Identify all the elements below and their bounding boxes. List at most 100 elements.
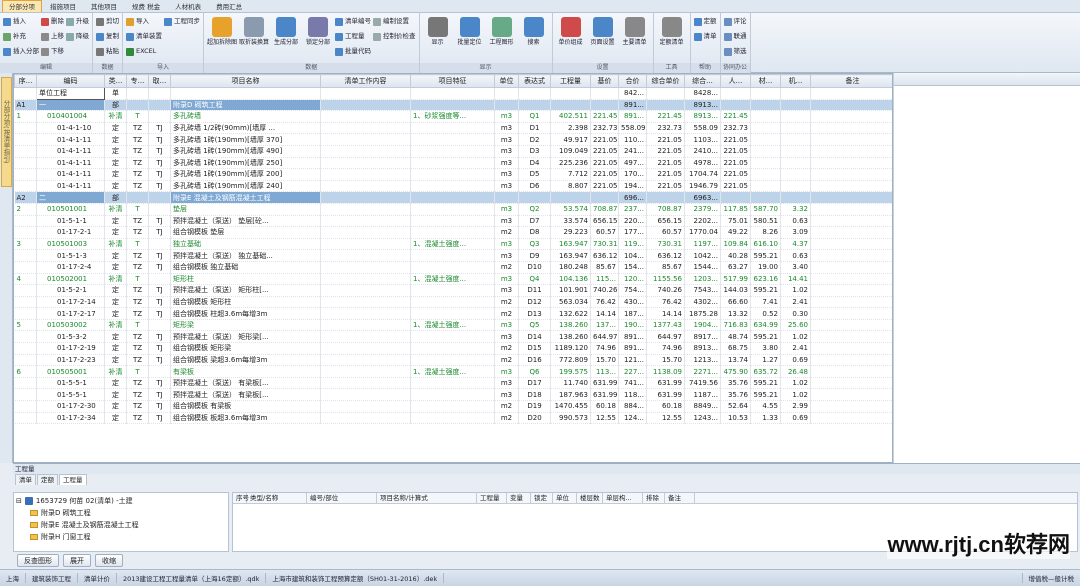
table-cell[interactable]: 26.48 <box>780 365 811 378</box>
table-row[interactable]: 01-17-2-14 定 TZ TJ 组合钢模板 矩形柱 m2 D12 563.034 76.4… <box>14 296 892 309</box>
table-cell[interactable]: m3 <box>494 273 519 286</box>
column-header[interactable]: 表达式 <box>518 74 551 88</box>
table-cell[interactable]: m3 <box>494 133 519 146</box>
ribbon-button[interactable]: 降级 <box>66 30 89 43</box>
table-cell[interactable]: 636.12 <box>646 249 685 262</box>
table-cell[interactable]: m3 <box>494 180 519 193</box>
table-row[interactable]: 01-5-1-3 定 TZ TJ 预拌混凝土（泵送） 独立基础... m3 D9 163.94… <box>14 249 892 262</box>
table-cell[interactable]: m2 <box>494 412 519 425</box>
table-cell[interactable]: 1770.04 <box>684 226 721 239</box>
table-cell[interactable] <box>810 400 892 413</box>
table-cell[interactable]: 4978... <box>684 157 721 170</box>
table-cell[interactable]: TJ <box>148 133 171 146</box>
table-cell[interactable]: m2 <box>494 354 519 367</box>
table-cell[interactable]: TZ <box>126 342 149 355</box>
column-header[interactable]: 基价 <box>590 74 619 88</box>
table-cell[interactable]: m3 <box>494 388 519 402</box>
table-cell[interactable]: 631.99 <box>590 388 619 402</box>
table-cell[interactable]: 190... <box>618 319 647 332</box>
table-cell[interactable]: 636.12 <box>590 249 619 262</box>
table-cell[interactable] <box>750 180 781 193</box>
table-cell[interactable]: 5 <box>14 319 37 332</box>
table-cell[interactable] <box>810 284 892 297</box>
table-cell[interactable]: 76.42 <box>590 296 619 309</box>
quantity-column-header[interactable]: 序号 <box>233 493 249 503</box>
table-cell[interactable]: 14.14 <box>646 307 685 320</box>
table-cell[interactable] <box>148 87 171 100</box>
table-cell[interactable]: D4 <box>518 157 551 170</box>
table-cell[interactable]: 01-17-2-4 <box>36 261 105 274</box>
table-cell[interactable] <box>810 203 892 216</box>
table-cell[interactable] <box>550 99 591 112</box>
table-cell[interactable]: 221.05 <box>720 180 751 193</box>
table-cell[interactable] <box>750 191 781 204</box>
table-cell[interactable]: Q4 <box>518 273 551 286</box>
table-cell[interactable]: TJ <box>148 284 171 297</box>
table-cell[interactable]: TZ <box>126 330 149 344</box>
table-cell[interactable] <box>410 226 495 239</box>
table-cell[interactable]: 163.947 <box>550 249 591 262</box>
table-cell[interactable]: 01-5-1-1 <box>36 215 105 228</box>
table-cell[interactable]: m3 <box>494 377 519 390</box>
table-cell[interactable]: 1243... <box>684 412 721 425</box>
table-cell[interactable]: TJ <box>148 145 171 158</box>
table-cell[interactable]: 预拌混凝土（泵送） 矩形柱[... <box>170 284 321 297</box>
table-cell[interactable]: 85.67 <box>590 261 619 274</box>
table-cell[interactable]: 组合钢模板 矩形梁 <box>170 342 321 355</box>
table-cell[interactable]: 2.99 <box>780 400 811 413</box>
table-cell[interactable]: 15.70 <box>646 354 685 367</box>
table-cell[interactable]: 634.99 <box>750 319 781 332</box>
table-cell[interactable] <box>810 87 892 100</box>
table-cell[interactable]: D10 <box>518 261 551 274</box>
table-cell[interactable] <box>810 238 892 251</box>
table-cell[interactable]: 预拌混凝土（泵送） 有梁板[... <box>170 388 321 402</box>
table-cell[interactable]: 组合钢模板 垫层 <box>170 226 321 239</box>
table-cell[interactable] <box>320 273 411 286</box>
table-cell[interactable]: 891... <box>618 330 647 344</box>
column-header[interactable]: 序... <box>14 74 37 88</box>
column-header[interactable]: 项目特征 <box>410 74 495 88</box>
table-cell[interactable]: 35.76 <box>720 388 751 402</box>
table-cell[interactable]: m2 <box>494 296 519 309</box>
table-cell[interactable]: TJ <box>148 307 171 320</box>
table-cell[interactable] <box>646 87 685 100</box>
table-cell[interactable]: 221.05 <box>646 180 685 193</box>
table-cell[interactable]: 221.05 <box>590 157 619 170</box>
table-cell[interactable]: 8428... <box>684 87 721 100</box>
table-cell[interactable]: D11 <box>518 284 551 297</box>
table-cell[interactable] <box>720 191 751 204</box>
ribbon-button[interactable]: 筛选 <box>723 45 747 58</box>
table-cell[interactable]: 1875.28 <box>684 307 721 320</box>
table-cell[interactable] <box>126 191 149 204</box>
table-cell[interactable]: 656.15 <box>646 215 685 228</box>
table-cell[interactable]: 891... <box>618 110 647 123</box>
table-cell[interactable]: TZ <box>126 133 149 146</box>
table-cell[interactable] <box>494 191 519 204</box>
table-cell[interactable] <box>148 365 171 378</box>
table-cell[interactable] <box>320 133 411 146</box>
tab-2[interactable]: 其他项目 <box>84 0 124 12</box>
table-cell[interactable]: 预拌混凝土（泵送） 有梁板[... <box>170 377 321 390</box>
table-cell[interactable]: 177... <box>618 226 647 239</box>
table-cell[interactable]: 垫层 <box>170 203 321 216</box>
table-cell[interactable]: 163.947 <box>550 238 591 251</box>
ribbon-button[interactable]: 控制价检查 <box>373 30 416 43</box>
table-cell[interactable]: TZ <box>126 261 149 274</box>
table-cell[interactable]: 137... <box>590 319 619 332</box>
ribbon-button[interactable]: 清单 <box>693 30 717 43</box>
table-cell[interactable]: 29.223 <box>550 226 591 239</box>
table-cell[interactable]: 48.74 <box>720 330 751 344</box>
table-cell[interactable]: 1187... <box>684 388 721 402</box>
table-cell[interactable] <box>320 319 411 332</box>
table-cell[interactable] <box>170 87 321 100</box>
table-cell[interactable] <box>780 122 811 135</box>
table-cell[interactable] <box>320 215 411 228</box>
collapse-button[interactable]: 收缩 <box>95 554 123 567</box>
table-cell[interactable] <box>14 284 37 297</box>
table-row[interactable]: 2 010501001 补清 T 垫层 m3 Q2 53.574 708.87 237... 708… <box>14 203 892 216</box>
ribbon-button[interactable]: 工程同步 <box>164 15 200 28</box>
table-cell[interactable]: Q1 <box>518 110 551 123</box>
table-cell[interactable]: 14.41 <box>780 273 811 286</box>
table-cell[interactable]: 2379... <box>684 203 721 216</box>
table-cell[interactable]: 49.22 <box>720 226 751 239</box>
